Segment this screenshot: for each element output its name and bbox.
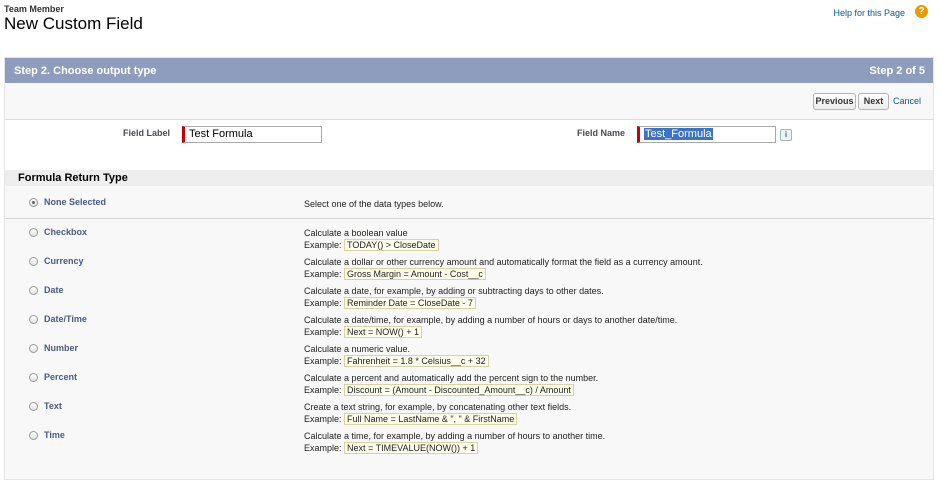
field-name-label: Field Name [576,128,625,138]
type-none-selected[interactable]: None Selected [44,197,106,207]
type-currency[interactable]: Currency [44,256,84,266]
example-code: Reminder Date = CloseDate - 7 [344,297,476,309]
next-button[interactable]: Next [858,93,889,110]
field-name-value: Test_Formula [644,128,713,140]
previous-button[interactable]: Previous [813,93,856,110]
type-date[interactable]: Date [44,285,64,295]
step-header: Step 2. Choose output type Step 2 of 5 [5,58,933,83]
question-icon[interactable]: ? [915,5,928,18]
desc-text: Calculate a date/time, for example, by a… [304,315,678,325]
example-label: Example: [304,356,342,366]
type-percent-desc: Calculate a percent and automatically ad… [304,372,598,396]
example-line: Example: Fahrenheit = 1.8 * Celsius__c +… [304,355,489,367]
type-text[interactable]: Text [44,401,62,411]
field-row: Field Label Test Formula Field Name Test… [5,120,933,170]
radio-text[interactable] [29,402,38,411]
desc-text: Calculate a percent and automatically ad… [304,373,599,383]
type-percent[interactable]: Percent [44,372,77,382]
example-label: Example: [304,414,342,424]
example-code: Full Name = LastName & ", " & FirstName [344,413,518,425]
type-text-desc: Create a text string, for example, by co… [304,401,571,425]
step-progress: Step 2 of 5 [869,65,925,77]
example-label: Example: [304,443,342,453]
desc-text: Calculate a date, for example, by adding… [304,286,604,296]
info-icon[interactable]: i [780,129,792,141]
wizard-panel: Step 2. Choose output type Step 2 of 5 P… [4,57,934,480]
example-line: Example: Reminder Date = CloseDate - 7 [304,297,604,309]
example-label: Example: [304,298,342,308]
radio-date[interactable] [29,286,38,295]
section-title-text: Formula Return Type [18,172,128,184]
example-code: Next = TIMEVALUE(NOW()) + 1 [344,442,479,454]
example-code: Next = NOW() + 1 [344,326,423,338]
breadcrumb: Team Member [4,4,64,14]
example-code: TODAY() > CloseDate [344,239,439,251]
field-label-label: Field Label [122,128,170,138]
type-checkbox-desc: Calculate a boolean value Example: TODAY… [304,227,439,251]
type-number-desc: Calculate a numeric value. Example: Fahr… [304,343,489,367]
type-datetime-desc: Calculate a date/time, for example, by a… [304,314,677,338]
desc-text: Calculate a numeric value. [304,344,411,354]
example-line: Example: Discount = (Amount - Discounted… [304,384,598,396]
type-time-desc: Calculate a time, for example, by adding… [304,430,605,454]
example-code: Fahrenheit = 1.8 * Celsius__c + 32 [344,355,489,367]
radio-currency[interactable] [29,257,38,266]
example-code: Gross Margin = Amount - Cost__c [344,268,486,280]
divider [5,218,933,219]
field-label-input[interactable]: Test Formula [182,126,322,143]
radio-none-selected[interactable] [29,198,38,207]
example-line: Example: Next = TIMEVALUE(NOW()) + 1 [304,442,605,454]
radio-checkbox[interactable] [29,228,38,237]
step-title: Step 2. Choose output type [14,65,157,77]
desc-text: Calculate a time, for example, by adding… [304,431,606,441]
radio-number[interactable] [29,344,38,353]
radio-datetime[interactable] [29,315,38,324]
field-name-input[interactable]: Test_Formula [637,126,776,143]
section-title: Formula Return Type [5,170,933,186]
example-label: Example: [304,327,342,337]
example-code: Discount = (Amount - Discounted_Amount__… [344,384,574,396]
type-number[interactable]: Number [44,343,78,353]
example-line: Example: TODAY() > CloseDate [304,239,439,251]
example-label: Example: [304,385,342,395]
desc-text: Calculate a boolean value [304,228,408,238]
cancel-link[interactable]: Cancel [893,96,921,106]
radio-time[interactable] [29,431,38,440]
page-title: New Custom Field [4,14,143,33]
type-date-desc: Calculate a date, for example, by adding… [304,285,604,309]
radio-percent[interactable] [29,373,38,382]
desc-text: Calculate a dollar or other currency amo… [304,257,703,267]
example-label: Example: [304,240,342,250]
help-link[interactable]: Help for this Page [833,8,905,18]
example-line: Example: Gross Margin = Amount - Cost__c [304,268,703,280]
example-line: Example: Full Name = LastName & ", " & F… [304,413,571,425]
desc-text: Create a text string, for example, by co… [304,402,572,412]
example-label: Example: [304,269,342,279]
type-currency-desc: Calculate a dollar or other currency amo… [304,256,703,280]
example-line: Example: Next = NOW() + 1 [304,326,677,338]
type-datetime[interactable]: Date/Time [44,314,87,324]
type-none-desc: Select one of the data types below. [304,199,444,209]
type-time[interactable]: Time [44,430,65,440]
type-checkbox[interactable]: Checkbox [44,227,87,237]
